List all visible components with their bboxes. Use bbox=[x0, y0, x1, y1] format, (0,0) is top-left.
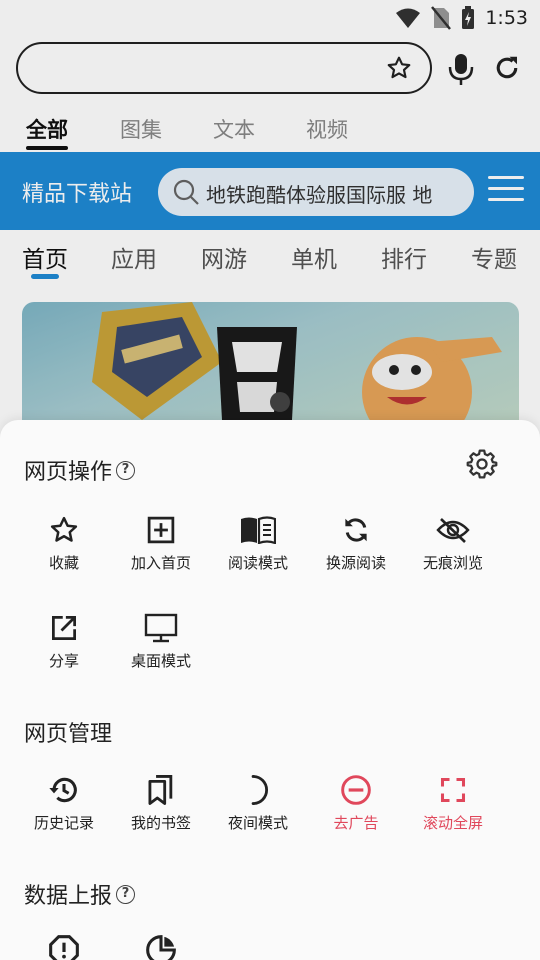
action-remove-ads[interactable]: 去广告 bbox=[307, 772, 405, 833]
add-square-icon bbox=[147, 516, 175, 544]
action-favorite[interactable]: 收藏 bbox=[15, 512, 113, 573]
nav-apps[interactable]: 应用 bbox=[111, 240, 157, 274]
site-header: 精品下载站 地铁跑酷体验服国际服 地 bbox=[0, 152, 540, 230]
page-actions-sheet: 网页操作 ? 收藏 加入首页 阅读模式 换源阅读 无痕浏览 分享 桌面模式 网页… bbox=[0, 420, 540, 960]
tab-images[interactable]: 图集 bbox=[120, 114, 162, 144]
tab-video[interactable]: 视频 bbox=[306, 114, 348, 144]
report-icon bbox=[49, 935, 79, 960]
nav-active-indicator bbox=[31, 274, 59, 279]
gear-icon[interactable] bbox=[466, 448, 498, 480]
share-icon bbox=[52, 616, 76, 640]
content-type-tabs: 全部 图集 文本 视频 bbox=[0, 114, 540, 152]
action-label: 无痕浏览 bbox=[422, 554, 483, 572]
action-label: 加入首页 bbox=[130, 554, 191, 572]
history-icon bbox=[49, 777, 77, 803]
action-label: 阅读模式 bbox=[227, 554, 288, 572]
section-title-text: 网页操作 bbox=[24, 460, 113, 485]
site-title[interactable]: 精品下载站 bbox=[22, 176, 132, 208]
action-night-mode[interactable]: 夜间模式 bbox=[209, 772, 307, 833]
section-title-page-actions: 网页操作 ? bbox=[24, 454, 136, 486]
address-bar[interactable] bbox=[16, 42, 432, 94]
site-nav: 首页 应用 网游 单机 排行 专题 bbox=[0, 230, 540, 292]
refresh-icon[interactable] bbox=[492, 53, 522, 83]
site-search-box[interactable]: 地铁跑酷体验服国际服 地 bbox=[158, 168, 474, 216]
search-icon bbox=[173, 179, 199, 205]
help-icon[interactable]: ? bbox=[116, 884, 136, 904]
nav-ranking[interactable]: 排行 bbox=[381, 240, 427, 274]
microphone-icon[interactable] bbox=[447, 52, 475, 86]
nav-home[interactable]: 首页 bbox=[22, 240, 68, 274]
section-title-text: 数据上报 bbox=[24, 884, 113, 909]
tab-text[interactable]: 文本 bbox=[213, 114, 255, 144]
action-label: 分享 bbox=[48, 652, 79, 670]
action-scroll-fullscreen[interactable]: 滚动全屏 bbox=[404, 772, 502, 833]
action-label: 我的书签 bbox=[130, 814, 191, 832]
section-title-text: 网页管理 bbox=[24, 722, 113, 747]
nav-single-games[interactable]: 单机 bbox=[291, 240, 337, 274]
status-bar: 1:53 bbox=[0, 0, 540, 36]
fullscreen-icon bbox=[440, 777, 466, 803]
block-ad-icon bbox=[341, 775, 371, 805]
action-incognito[interactable]: 无痕浏览 bbox=[404, 512, 502, 573]
action-label: 去广告 bbox=[333, 814, 379, 832]
action-label: 历史记录 bbox=[33, 814, 94, 832]
action-bookmarks[interactable]: 我的书签 bbox=[112, 772, 210, 833]
action-switch-source[interactable]: 换源阅读 bbox=[307, 512, 405, 573]
action-label: 换源阅读 bbox=[325, 554, 386, 572]
battery-charging-icon bbox=[462, 6, 475, 29]
monitor-icon bbox=[144, 613, 178, 643]
banner-image[interactable] bbox=[22, 302, 519, 432]
status-time: 1:53 bbox=[485, 7, 528, 29]
wifi-icon bbox=[396, 8, 421, 28]
site-search-text: 地铁跑酷体验服国际服 地 bbox=[206, 183, 433, 207]
active-tab-indicator bbox=[26, 146, 68, 150]
nav-online-games[interactable]: 网游 bbox=[201, 240, 247, 274]
eye-off-icon bbox=[436, 518, 470, 543]
action-history[interactable]: 历史记录 bbox=[15, 772, 113, 833]
section-title-page-management: 网页管理 bbox=[24, 716, 112, 748]
action-reading-mode[interactable]: 阅读模式 bbox=[209, 512, 307, 573]
action-desktop-mode[interactable]: 桌面模式 bbox=[112, 610, 210, 671]
action-share[interactable]: 分享 bbox=[15, 610, 113, 671]
sync-icon bbox=[345, 518, 367, 542]
menu-icon[interactable] bbox=[488, 176, 526, 206]
bookmarks-icon bbox=[148, 775, 173, 805]
action-report[interactable] bbox=[15, 932, 113, 960]
nav-topics[interactable]: 专题 bbox=[471, 240, 517, 274]
action-add-to-home[interactable]: 加入首页 bbox=[112, 512, 210, 573]
action-label: 收藏 bbox=[48, 554, 79, 572]
moon-icon bbox=[251, 775, 269, 805]
pie-chart-icon bbox=[146, 935, 176, 960]
section-title-data-report: 数据上报 ? bbox=[24, 878, 136, 910]
book-icon bbox=[241, 516, 276, 544]
action-label: 夜间模式 bbox=[227, 814, 288, 832]
help-icon[interactable]: ? bbox=[116, 460, 136, 480]
banner-artwork bbox=[92, 302, 502, 432]
action-statistics[interactable] bbox=[112, 932, 210, 960]
action-label: 滚动全屏 bbox=[422, 814, 483, 832]
tab-all[interactable]: 全部 bbox=[26, 114, 68, 144]
bookmark-star-icon[interactable] bbox=[386, 55, 412, 81]
star-icon bbox=[50, 516, 78, 542]
action-label: 桌面模式 bbox=[130, 652, 191, 670]
no-sim-icon bbox=[431, 6, 452, 30]
